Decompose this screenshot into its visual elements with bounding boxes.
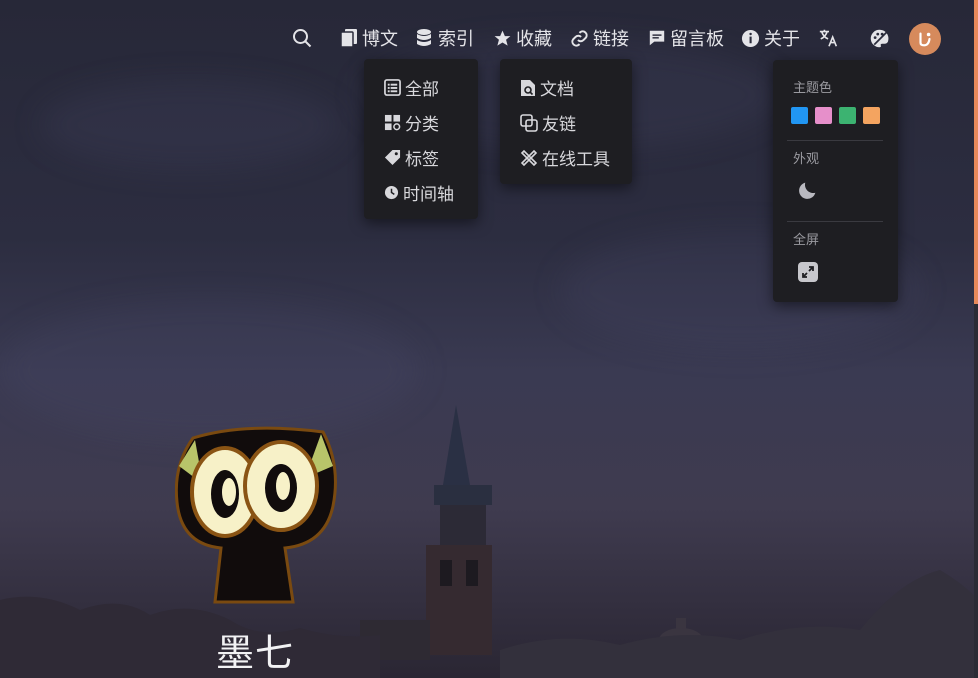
document-search-icon: [521, 79, 535, 96]
theme-settings-button[interactable]: [869, 22, 890, 54]
swatch-green[interactable]: [839, 107, 856, 124]
menu-item-timeline-label: 时间轴: [403, 185, 454, 205]
clock-icon: [384, 185, 399, 200]
tag-icon: [384, 149, 401, 166]
theme-settings-panel: 主题色 外观 全屏: [773, 60, 898, 302]
documents-icon: [340, 29, 357, 48]
index-dropdown: 全部 分类 标签 时间轴: [364, 59, 478, 219]
palette-icon: [870, 29, 889, 47]
nav-index[interactable]: 索引: [416, 22, 474, 54]
star-icon: [494, 30, 511, 46]
avatar-icon: [919, 32, 931, 47]
theme-color-title: 主题色: [793, 81, 833, 96]
nav-links-label: 链接: [593, 29, 629, 50]
top-navbar: 博文 索引 收藏 链接 留言板 关于: [0, 22, 978, 54]
menu-item-friends[interactable]: 友链: [520, 110, 576, 135]
menu-item-docs-label: 文档: [540, 80, 574, 100]
link-icon: [571, 29, 588, 47]
dark-mode-toggle[interactable]: [797, 179, 819, 205]
nav-about[interactable]: 关于: [741, 22, 800, 54]
copy-link-icon: [520, 113, 538, 132]
owl-mascot-logo: [174, 426, 337, 608]
nav-index-label: 索引: [438, 29, 474, 50]
appearance-title: 外观: [793, 152, 820, 167]
menu-item-categories-label: 分类: [405, 115, 439, 135]
user-avatar[interactable]: [909, 23, 941, 55]
links-dropdown: 文档 友链 在线工具: [500, 59, 632, 184]
scrollbar-track[interactable]: [974, 304, 978, 678]
menu-item-all-label: 全部: [405, 80, 439, 100]
swatch-orange[interactable]: [863, 107, 880, 124]
nav-posts-label: 博文: [362, 29, 398, 50]
menu-item-tools-label: 在线工具: [542, 150, 610, 170]
fullscreen-button[interactable]: [797, 261, 819, 287]
nav-favorites[interactable]: 收藏: [493, 22, 552, 54]
menu-item-timeline[interactable]: 时间轴: [384, 180, 454, 205]
database-icon: [417, 29, 431, 46]
tools-icon: [520, 149, 538, 166]
menu-item-tags-label: 标签: [405, 150, 439, 170]
nav-links[interactable]: 链接: [570, 22, 629, 54]
moon-icon: [799, 182, 816, 199]
menu-item-friends-label: 友链: [542, 115, 576, 135]
search-icon: [293, 29, 312, 48]
swatch-pink[interactable]: [815, 107, 832, 124]
expand-icon: [798, 262, 818, 282]
category-grid-icon: [384, 114, 401, 131]
fullscreen-title: 全屏: [793, 233, 820, 248]
info-icon: [741, 29, 760, 47]
comment-icon: [649, 30, 665, 46]
menu-item-tools[interactable]: 在线工具: [520, 145, 610, 170]
translate-icon: [819, 29, 838, 47]
menu-item-docs[interactable]: 文档: [520, 75, 574, 100]
author-name: 墨七: [216, 631, 295, 675]
list-icon: [384, 79, 401, 96]
nav-guestbook-label: 留言板: [670, 29, 724, 50]
menu-item-tags[interactable]: 标签: [384, 145, 439, 170]
menu-item-categories[interactable]: 分类: [384, 110, 439, 135]
panel-divider: [787, 221, 883, 222]
search-button[interactable]: [292, 22, 312, 54]
nav-favorites-label: 收藏: [516, 29, 552, 50]
swatch-blue[interactable]: [791, 107, 808, 124]
nav-posts[interactable]: 博文: [340, 22, 398, 54]
translate-button[interactable]: [818, 22, 840, 54]
nav-about-label: 关于: [764, 29, 800, 50]
panel-divider: [787, 140, 883, 141]
nav-guestbook[interactable]: 留言板: [648, 22, 724, 54]
menu-item-all[interactable]: 全部: [384, 75, 439, 100]
